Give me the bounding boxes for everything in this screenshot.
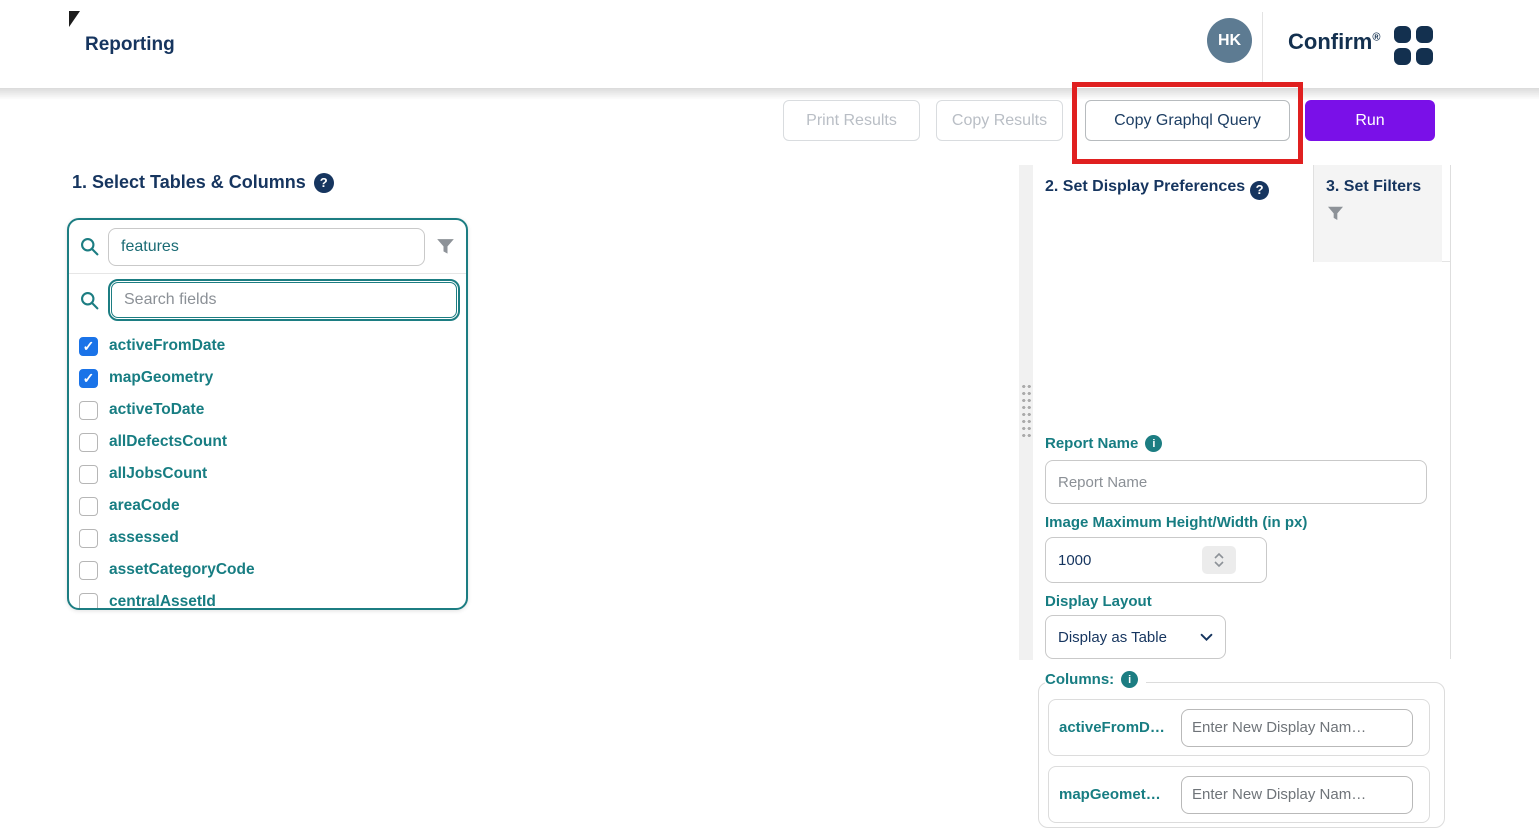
search-icon — [79, 236, 100, 257]
field-checkbox[interactable] — [79, 433, 98, 452]
header-shadow — [0, 88, 1539, 100]
search-icon — [79, 290, 100, 311]
info-icon[interactable]: i — [1121, 671, 1138, 688]
copy-results-button[interactable]: Copy Results — [936, 100, 1063, 141]
page-title: Reporting — [85, 34, 175, 56]
run-button[interactable]: Run — [1305, 100, 1435, 141]
report-name-input[interactable] — [1045, 460, 1427, 504]
display-preferences-sidebar: 2. Set Display Preferences? 3. Set Filte… — [1033, 165, 1450, 660]
columns-label-text: Columns: — [1045, 671, 1114, 688]
field-label: activeFromDate — [109, 337, 225, 355]
field-list-item[interactable]: centralAssetId — [79, 586, 466, 610]
column-name: activeFromD… — [1059, 719, 1181, 736]
columns-label: Columns: i — [1045, 671, 1146, 688]
sidebar-tabs: 2. Set Display Preferences? 3. Set Filte… — [1033, 165, 1450, 262]
column-display-name-input[interactable] — [1181, 709, 1413, 747]
field-label: allDefectsCount — [109, 433, 227, 451]
print-results-button[interactable]: Print Results — [783, 100, 920, 141]
field-list-item[interactable]: activeFromDate — [79, 330, 466, 362]
field-label: assetCategoryCode — [109, 561, 255, 579]
grid-icon[interactable] — [1394, 26, 1433, 65]
select-tables-heading-text: 1. Select Tables & Columns — [72, 172, 306, 193]
field-list-item[interactable]: assetCategoryCode — [79, 554, 466, 586]
copy-graphql-query-button[interactable]: Copy Graphql Query — [1085, 100, 1290, 141]
field-label: areaCode — [109, 497, 180, 515]
filter-icon[interactable] — [435, 236, 456, 257]
question-icon[interactable]: ? — [1250, 181, 1269, 200]
corner-mark — [69, 11, 80, 27]
brand-text: Confirm — [1288, 29, 1372, 54]
field-list-item[interactable]: activeToDate — [79, 394, 466, 426]
question-icon[interactable]: ? — [314, 173, 334, 193]
field-label: assessed — [109, 529, 179, 547]
field-search-input[interactable] — [111, 282, 457, 318]
field-checkbox[interactable] — [79, 561, 98, 580]
field-list-item[interactable]: allJobsCount — [79, 458, 466, 490]
number-stepper[interactable] — [1202, 546, 1236, 574]
registered-mark: ® — [1372, 32, 1380, 44]
table-search-row — [69, 220, 466, 274]
chevron-down-icon — [1200, 633, 1213, 642]
image-max-label: Image Maximum Height/Width (in px) — [1045, 514, 1307, 531]
select-tables-heading: 1. Select Tables & Columns ? — [72, 172, 334, 193]
report-name-label: Report Name i — [1045, 435, 1162, 452]
field-checkbox[interactable] — [79, 401, 98, 420]
field-checkbox[interactable] — [79, 529, 98, 548]
chevron-down-icon — [1213, 560, 1225, 568]
table-search-input[interactable] — [108, 228, 425, 266]
field-list-item[interactable]: mapGeometry — [79, 362, 466, 394]
field-label: centralAssetId — [109, 593, 216, 610]
field-label: activeToDate — [109, 401, 204, 419]
tables-columns-panel: activeFromDate mapGeometry activeToDate … — [67, 218, 468, 610]
field-list-item[interactable]: areaCode — [79, 490, 466, 522]
field-search-row — [69, 274, 466, 326]
chevron-up-icon — [1213, 552, 1225, 560]
field-checkbox[interactable] — [79, 465, 98, 484]
app-header: Reporting HK Confirm® — [0, 0, 1539, 88]
column-row: mapGeomet… — [1048, 766, 1430, 823]
image-max-input-box: 1000 — [1045, 537, 1267, 583]
header-divider — [1262, 12, 1263, 84]
field-list-item[interactable]: allDefectsCount — [79, 426, 466, 458]
report-name-label-text: Report Name — [1045, 435, 1138, 452]
field-label: mapGeometry — [109, 369, 213, 387]
display-layout-label: Display Layout — [1045, 593, 1152, 610]
tab-display-preferences-label: 2. Set Display Preferences — [1045, 178, 1245, 195]
display-layout-value: Display as Table — [1058, 629, 1190, 646]
field-checkbox[interactable] — [79, 369, 98, 388]
display-layout-select[interactable]: Display as Table — [1045, 615, 1226, 659]
info-icon[interactable]: i — [1145, 435, 1162, 452]
field-search-focus-ring — [108, 279, 460, 321]
brand-logo: Confirm® — [1288, 29, 1380, 55]
drag-grip-icon[interactable] — [1021, 383, 1032, 439]
field-list: activeFromDate mapGeometry activeToDate … — [69, 326, 466, 610]
filter-icon — [1326, 204, 1345, 223]
field-label: allJobsCount — [109, 465, 207, 483]
tab-set-display-preferences[interactable]: 2. Set Display Preferences? — [1033, 165, 1313, 263]
column-row: activeFromD… — [1048, 699, 1430, 756]
sidebar-right-border — [1450, 165, 1451, 659]
field-checkbox[interactable] — [79, 337, 98, 356]
avatar[interactable]: HK — [1207, 18, 1252, 63]
image-max-value[interactable]: 1000 — [1058, 552, 1202, 569]
column-name: mapGeomet… — [1059, 786, 1181, 803]
tab-set-filters-label: 3. Set Filters — [1326, 178, 1421, 195]
field-checkbox[interactable] — [79, 497, 98, 516]
tab-set-filters[interactable]: 3. Set Filters — [1314, 165, 1442, 262]
column-display-name-input[interactable] — [1181, 776, 1413, 814]
field-list-item[interactable]: assessed — [79, 522, 466, 554]
field-checkbox[interactable] — [79, 593, 98, 611]
